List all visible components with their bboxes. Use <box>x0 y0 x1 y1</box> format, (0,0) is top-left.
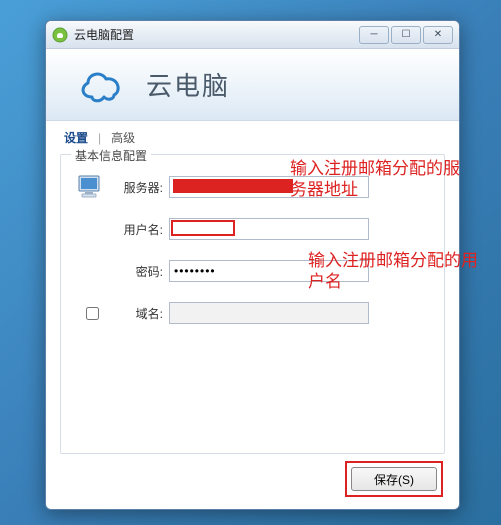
brand-title: 云电脑 <box>146 66 230 103</box>
tab-settings[interactable]: 设置 <box>60 127 92 148</box>
server-label: 服务器: <box>109 179 169 196</box>
domain-checkbox[interactable] <box>86 307 99 320</box>
server-redaction <box>173 179 293 193</box>
cloud-logo-icon <box>74 63 130 107</box>
domain-label: 域名: <box>109 305 169 322</box>
domain-checkbox-wrap <box>75 304 109 323</box>
save-button-highlight: 保存(S) <box>345 461 443 497</box>
close-button[interactable]: ✕ <box>423 26 453 44</box>
header-banner: 云电脑 <box>46 49 459 121</box>
titlebar[interactable]: 云电脑配置 ─ ☐ ✕ <box>46 21 459 49</box>
maximize-button[interactable]: ☐ <box>391 26 421 44</box>
password-input[interactable] <box>169 260 369 282</box>
username-row: 用户名: <box>75 215 430 243</box>
password-row: 密码: <box>75 257 430 285</box>
window-title: 云电脑配置 <box>74 26 357 43</box>
server-row: 服务器: <box>75 173 430 201</box>
domain-input[interactable] <box>169 302 369 324</box>
window-controls: ─ ☐ ✕ <box>357 26 453 44</box>
tab-separator: | <box>98 131 101 145</box>
minimize-button[interactable]: ─ <box>359 26 389 44</box>
save-button[interactable]: 保存(S) <box>351 467 437 491</box>
app-icon <box>52 27 68 43</box>
computer-icon <box>75 174 109 200</box>
username-redaction <box>171 220 235 236</box>
tab-advanced[interactable]: 高级 <box>107 127 139 148</box>
domain-row: 域名: <box>75 299 430 327</box>
fieldset-legend: 基本信息配置 <box>71 147 151 164</box>
username-label: 用户名: <box>109 221 169 238</box>
tabs-row: 设置 | 高级 <box>46 121 459 148</box>
config-window: 云电脑配置 ─ ☐ ✕ 云电脑 设置 | 高级 基本信息配置 <box>45 20 460 510</box>
password-label: 密码: <box>109 263 169 280</box>
basic-info-fieldset: 基本信息配置 服务器: 用户名: <box>60 154 445 454</box>
